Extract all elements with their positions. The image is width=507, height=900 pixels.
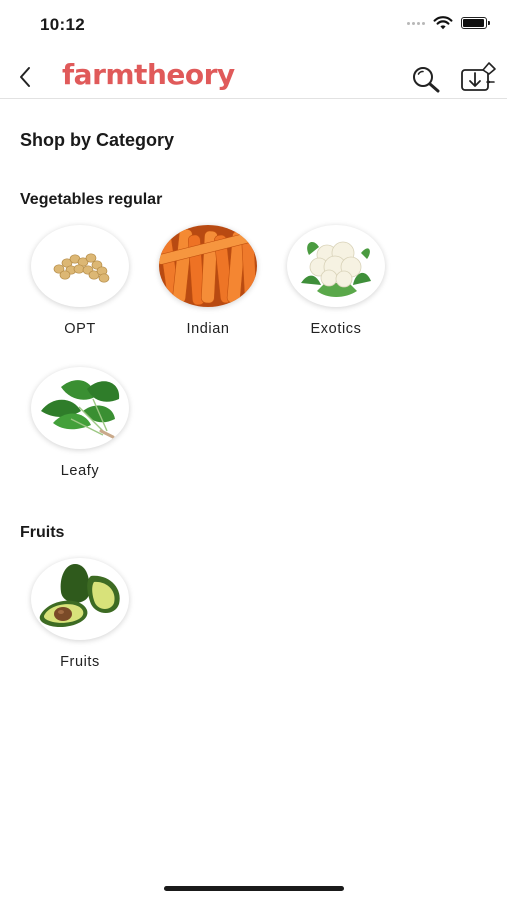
cellular-signal-icon xyxy=(407,21,425,25)
chickpeas-image xyxy=(53,253,110,283)
category-item-fruits[interactable]: Fruits xyxy=(25,558,135,678)
section-title-fruits: Fruits xyxy=(20,524,65,541)
category-label: Leafy xyxy=(60,463,100,479)
section-title-vegetables: Vegetables regular xyxy=(20,191,163,208)
status-time: 10:12 xyxy=(40,15,85,34)
battery-icon xyxy=(461,17,490,29)
home-indicator[interactable] xyxy=(164,886,344,891)
category-image xyxy=(159,225,257,307)
chevron-left-icon xyxy=(20,67,30,87)
back-button[interactable] xyxy=(14,64,38,90)
category-item-indian[interactable]: Indian xyxy=(153,225,263,345)
avocado-image xyxy=(39,564,120,628)
download-icon xyxy=(461,62,496,91)
spinach-image xyxy=(41,380,120,439)
category-image xyxy=(31,367,129,449)
page-title: Shop by Category xyxy=(20,130,175,150)
app-header: farmtheory xyxy=(0,52,507,99)
wifi-icon xyxy=(433,16,453,30)
search-button[interactable] xyxy=(409,64,443,94)
carrots-image xyxy=(159,225,257,307)
category-image xyxy=(31,558,129,640)
category-item-opt[interactable]: OPT xyxy=(25,225,135,345)
category-item-exotics[interactable]: Exotics xyxy=(281,225,391,345)
status-icons xyxy=(407,16,490,30)
cauliflower-image xyxy=(301,241,371,297)
app-logo: farmtheory xyxy=(62,58,235,91)
download-button[interactable] xyxy=(459,60,497,94)
category-image xyxy=(287,225,385,307)
category-item-leafy[interactable]: Leafy xyxy=(25,367,135,487)
category-image xyxy=(31,225,129,307)
category-label: Exotics xyxy=(310,321,362,337)
category-label: Fruits xyxy=(60,654,100,670)
search-icon xyxy=(413,67,440,93)
category-label: OPT xyxy=(64,321,96,337)
category-label: Indian xyxy=(186,321,230,337)
status-bar: 10:12 xyxy=(0,0,507,52)
